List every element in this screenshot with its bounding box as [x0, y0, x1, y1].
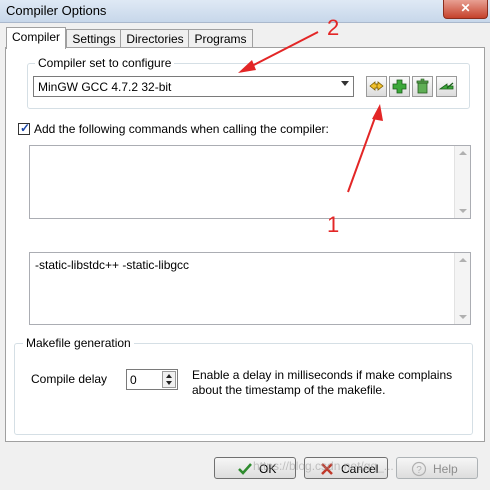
- annotation-label-1: 1: [327, 212, 340, 237]
- watermark-text: https://blog.csdn.net/qq_...: [253, 459, 394, 473]
- arrow-1-annotation: [347, 104, 383, 193]
- annotation-overlay: [238, 31, 383, 193]
- tab-compiler[interactable]: Compiler: [6, 27, 66, 49]
- arrow-2-annotation: [238, 31, 319, 73]
- annotation-label-2: 2: [327, 15, 340, 40]
